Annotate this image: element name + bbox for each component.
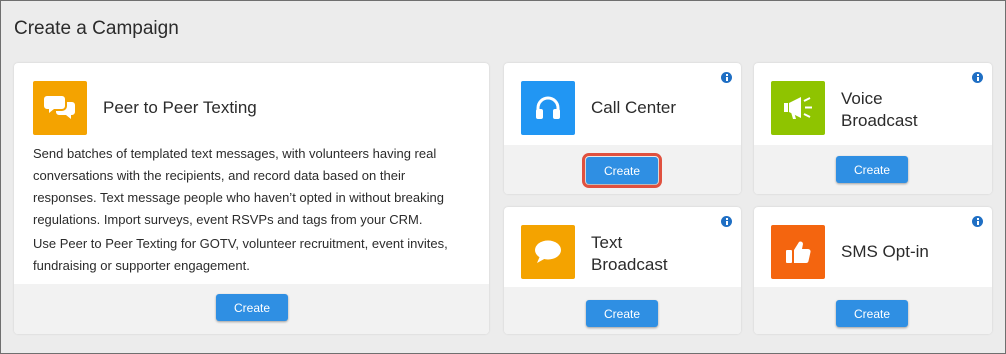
voice-broadcast-create-button[interactable]: Create bbox=[836, 156, 908, 183]
voice-broadcast-icon-tile bbox=[771, 81, 825, 135]
voice-broadcast-info-icon[interactable] bbox=[972, 72, 983, 83]
text-broadcast-create-button[interactable]: Create bbox=[586, 300, 658, 327]
thumbs-up-icon bbox=[786, 241, 811, 264]
call-center-title: Call Center bbox=[591, 98, 677, 117]
sms-optin-card: SMS Opt-in Create bbox=[754, 207, 992, 334]
call-center-icon-tile bbox=[521, 81, 575, 135]
speech-bubble-icon bbox=[535, 240, 561, 263]
peer-to-peer-title: Peer to Peer Texting bbox=[103, 98, 257, 117]
peer-to-peer-create-button[interactable]: Create bbox=[216, 294, 288, 321]
call-center-info-icon[interactable] bbox=[721, 72, 732, 83]
peer-to-peer-description: Send batches of templated text messages,… bbox=[33, 146, 444, 227]
call-center-card: Call Center Create bbox=[504, 63, 741, 194]
text-broadcast-title: Text Broadcast bbox=[591, 233, 668, 274]
peer-to-peer-texting-card: Peer to Peer Texting Send batches of tem… bbox=[14, 63, 489, 334]
megaphone-icon bbox=[784, 97, 812, 119]
text-broadcast-icon-tile bbox=[521, 225, 575, 279]
peer-to-peer-usage: Use Peer to Peer Texting for GOTV, volun… bbox=[33, 236, 448, 273]
create-campaign-page: Create a Campaign Peer to Peer Texting S… bbox=[0, 0, 1006, 354]
page-title: Create a Campaign bbox=[14, 18, 179, 39]
text-broadcast-card: Text Broadcast Create bbox=[504, 207, 741, 334]
call-center-create-button[interactable]: Create bbox=[582, 153, 662, 188]
peer-to-peer-icon-tile bbox=[33, 81, 87, 135]
headphones-icon bbox=[536, 96, 560, 119]
sms-optin-title: SMS Opt-in bbox=[841, 242, 929, 261]
sms-optin-create-button[interactable]: Create bbox=[836, 300, 908, 327]
chat-bubbles-icon bbox=[44, 96, 75, 119]
text-broadcast-info-icon[interactable] bbox=[721, 216, 732, 227]
voice-broadcast-title: Voice Broadcast bbox=[841, 89, 918, 130]
voice-broadcast-card: Voice Broadcast Create bbox=[754, 63, 992, 194]
sms-optin-icon-tile bbox=[771, 225, 825, 279]
sms-optin-info-icon[interactable] bbox=[972, 216, 983, 227]
